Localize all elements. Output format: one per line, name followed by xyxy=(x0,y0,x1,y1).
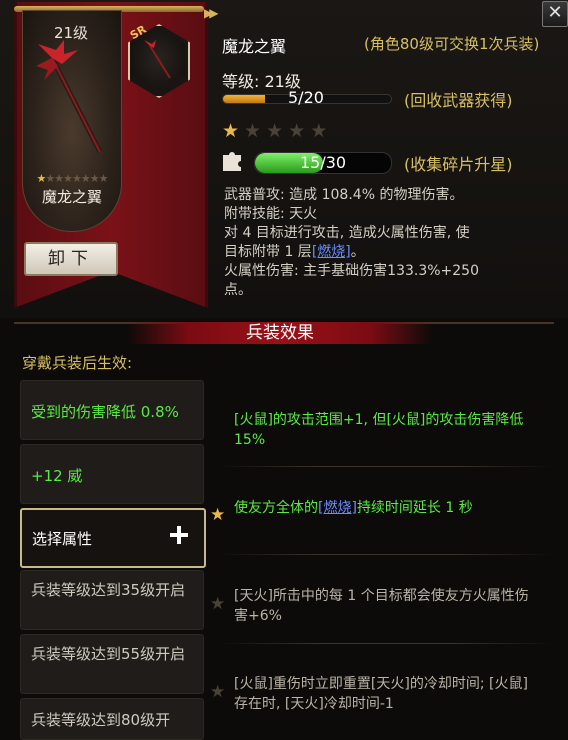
plus-icon xyxy=(170,526,188,544)
star-icon: ★ xyxy=(266,120,289,142)
close-button[interactable]: ✕ xyxy=(542,1,568,27)
effects-section-title: 兵装效果 xyxy=(128,322,432,344)
exp-progress-fill xyxy=(223,95,265,103)
star-icon: ★ xyxy=(210,505,226,525)
effect-text: 使友方全体的 xyxy=(234,500,318,516)
effect-slot-locked: 兵装等级达到80级开 xyxy=(20,698,204,740)
row-separator xyxy=(218,643,554,644)
star-rating: ★★★★★ xyxy=(222,120,332,142)
select-attribute-label: 选择属性 xyxy=(32,530,93,548)
weapon-nameplate: ★★★★★★★★ 魔龙之翼 xyxy=(28,172,116,207)
star-icon: ★ xyxy=(288,120,311,142)
row-separator xyxy=(218,466,554,467)
burn-status-link[interactable]: [燃烧] xyxy=(312,244,351,260)
effect-slot-text: +12 威 xyxy=(31,467,83,485)
effect-slot-text: 受到的伤害降低 0.8% xyxy=(31,403,179,421)
desc-text: 。 xyxy=(350,244,365,260)
weapon-staff-icon xyxy=(36,40,103,154)
weapon-name-left: 魔龙之翼 xyxy=(41,188,102,206)
effect-slot-locked: 兵装等级达到35级开启 xyxy=(20,570,204,630)
star-icon: ★ xyxy=(310,120,333,142)
shard-value: 15/30 xyxy=(300,153,347,172)
name-star-row: ★★★★★★★★ xyxy=(36,172,109,185)
star-icon: ★ xyxy=(210,682,226,702)
exp-hint: (回收武器获得) xyxy=(404,91,513,110)
effect-slot-text: 兵装等级达到80级开 xyxy=(31,711,171,729)
desc-text: 目标附带 1 层 xyxy=(224,244,312,260)
burn-status-link[interactable]: [燃烧] xyxy=(318,500,357,516)
shard-hint: (收集碎片升星) xyxy=(404,155,513,174)
effect-description: [火鼠]重伤时立即重置[天火]的冷却时间; [火鼠]存在时, [天火]冷却时间-… xyxy=(234,676,528,712)
arrow-decoration: ▶▶ xyxy=(204,6,219,20)
desc-line: 目标附带 1 层[燃烧]。 xyxy=(224,243,554,262)
desc-line: 点。 xyxy=(224,282,252,298)
desc-line: 对 4 目标进行攻击, 造成火属性伤害, 使 xyxy=(224,225,470,241)
select-attribute-button[interactable]: 选择属性 xyxy=(20,508,206,568)
effect-slot: +12 威 xyxy=(20,444,204,504)
effect-slot-text: 兵装等级达到55级开启 xyxy=(31,645,186,663)
desc-line: 武器普攻: 造成 108.4% 的物理伤害。 xyxy=(224,187,464,203)
effect-description: 使友方全体的[燃烧]持续时间延长 1 秒 xyxy=(234,498,534,518)
star-icon: ★ xyxy=(244,120,267,142)
puzzle-piece-icon xyxy=(223,152,241,171)
desc-line: 附带技能: 天火 xyxy=(224,206,318,222)
weapon-title: 魔龙之翼 xyxy=(222,37,287,56)
effect-slot-text: 兵装等级达到35级开启 xyxy=(31,581,186,599)
weapon-description: 武器普攻: 造成 108.4% 的物理伤害。 附带技能: 天火 对 4 目标进行… xyxy=(224,186,554,300)
row-separator xyxy=(218,554,554,555)
desc-line: 火属性伤害: 主手基础伤害133.3%+250 xyxy=(224,263,480,279)
effects-header: 穿戴兵装后生效: xyxy=(22,354,133,372)
star-icon: ★ xyxy=(222,120,245,142)
effect-slot: 受到的伤害降低 0.8% xyxy=(20,380,204,440)
effect-slot-locked: 兵装等级达到55级开启 xyxy=(20,634,204,694)
exp-value: 5/20 xyxy=(288,88,324,107)
star-icon: ★ xyxy=(210,594,226,614)
effect-text: 持续时间延长 1 秒 xyxy=(356,500,473,516)
weapon-thumbnail-icon xyxy=(144,40,171,79)
exchange-note: (角色80级可交换1次兵装) xyxy=(364,35,540,53)
effect-description: [天火]所击中的每 1 个目标都会使友方火属性伤害+6% xyxy=(234,588,529,624)
unequip-button[interactable]: 卸下 xyxy=(24,242,118,276)
effect-description: [火鼠]的攻击范围+1, 但[火鼠]的攻击伤害降低15% xyxy=(234,412,524,448)
